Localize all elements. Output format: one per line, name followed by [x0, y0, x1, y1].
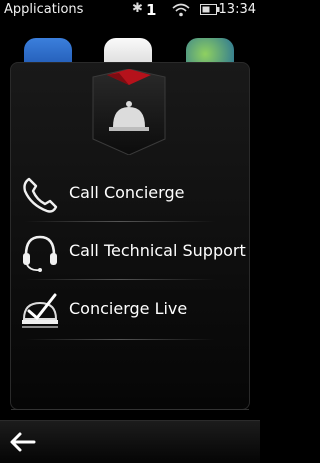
bottom-toolbar [0, 420, 260, 463]
back-arrow-icon[interactable] [8, 431, 36, 453]
concierge-bell-icon [92, 69, 166, 155]
popup-bottom-divider [11, 409, 249, 410]
menu-item-call-technical-support[interactable]: Call Technical Support [11, 223, 249, 279]
status-title: Applications [4, 2, 84, 17]
bluetooth-icon: ✱ [132, 1, 143, 16]
menu-divider [25, 339, 215, 340]
menu-item-label: Call Technical Support [69, 241, 246, 260]
wifi-icon [172, 3, 190, 17]
menu-divider [25, 279, 215, 280]
status-bar: Applications ✱ 1 13:34 [0, 0, 260, 20]
battery-icon [200, 4, 220, 15]
status-time: 13:34 [218, 2, 256, 17]
concierge-live-icon [22, 293, 58, 328]
headset-icon [23, 235, 57, 272]
notification-count: 1 [146, 1, 157, 19]
menu-item-label: Concierge Live [69, 299, 188, 318]
phone-handset-icon [23, 177, 58, 213]
menu-item-label: Call Concierge [69, 183, 185, 202]
menu-item-concierge-live[interactable]: Concierge Live [11, 281, 249, 337]
menu-divider [25, 221, 215, 222]
menu-item-call-concierge[interactable]: Call Concierge [11, 165, 249, 221]
concierge-popup: Call Concierge Call Technical Support Co… [10, 62, 250, 410]
